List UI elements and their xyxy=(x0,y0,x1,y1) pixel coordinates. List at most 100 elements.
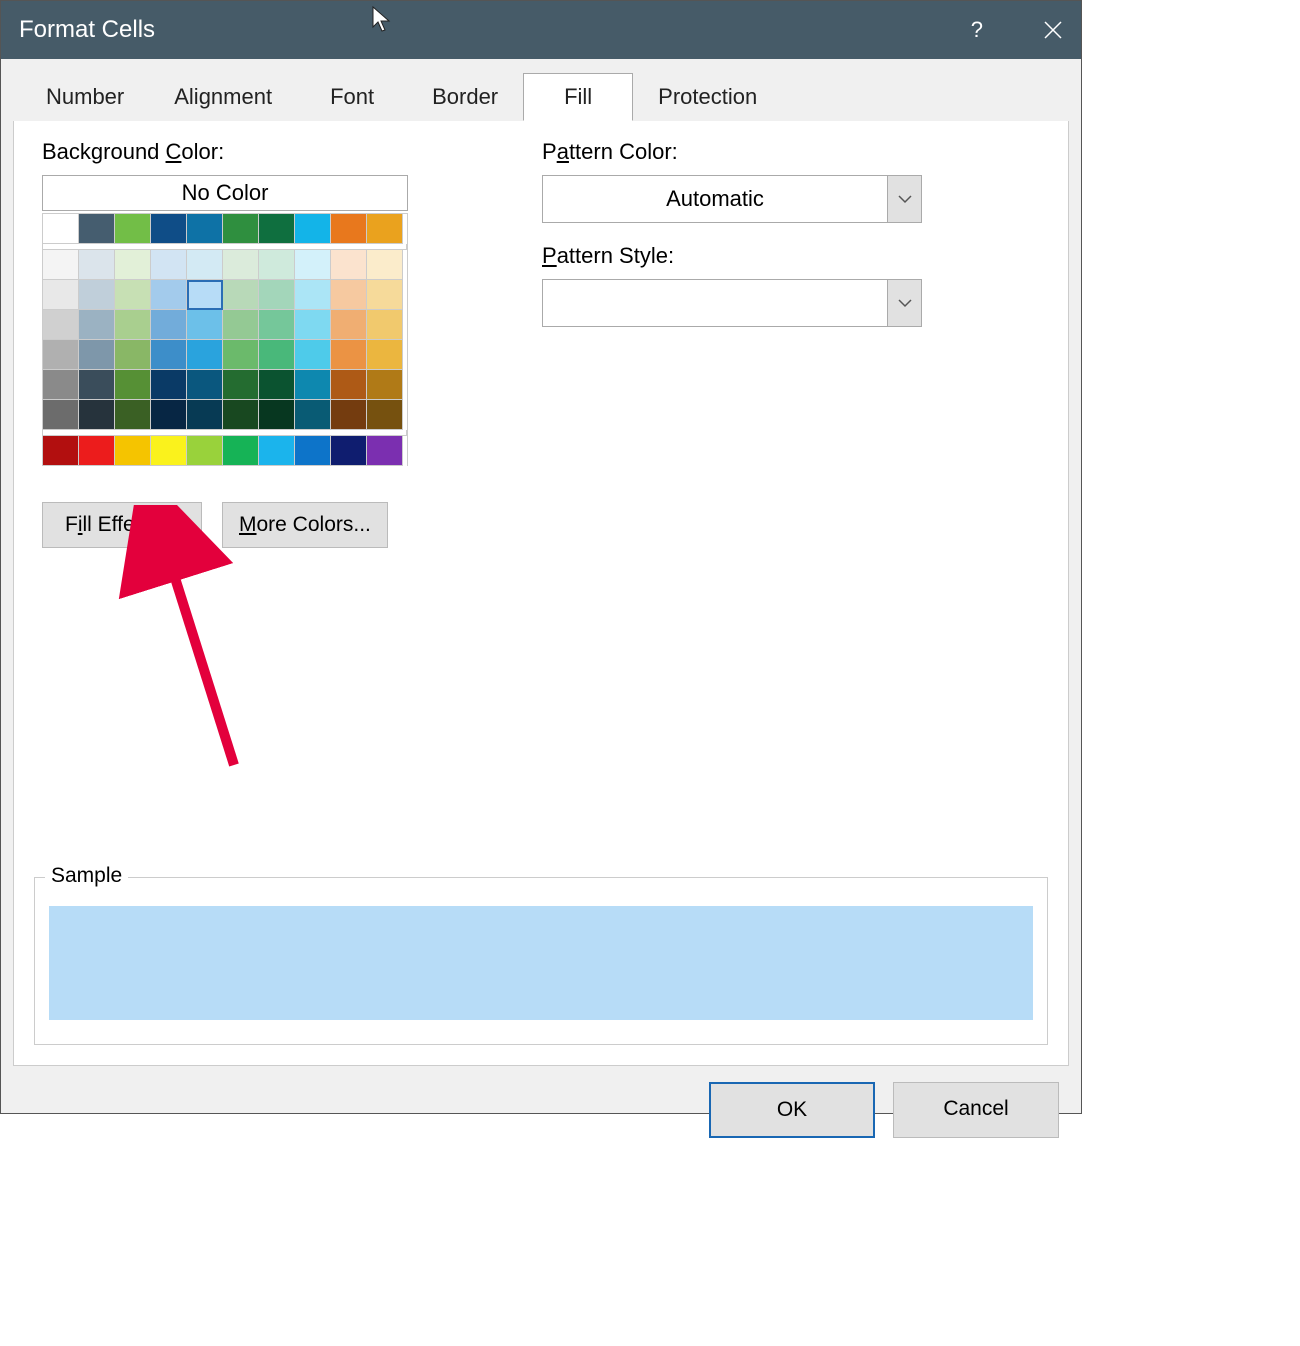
color-swatch[interactable] xyxy=(79,214,115,244)
color-swatch[interactable] xyxy=(259,340,295,370)
color-swatch[interactable] xyxy=(43,280,79,310)
color-swatch[interactable] xyxy=(79,280,115,310)
color-swatch[interactable] xyxy=(295,400,331,430)
color-swatch[interactable] xyxy=(115,370,151,400)
color-swatch[interactable] xyxy=(223,400,259,430)
color-swatch[interactable] xyxy=(367,436,403,466)
color-swatch[interactable] xyxy=(331,370,367,400)
tab-number[interactable]: Number xyxy=(21,73,149,121)
color-swatch[interactable] xyxy=(223,214,259,244)
chevron-down-icon[interactable] xyxy=(887,280,921,326)
more-colors-button[interactable]: More Colors... xyxy=(222,502,388,548)
color-swatch[interactable] xyxy=(331,280,367,310)
color-swatch[interactable] xyxy=(43,250,79,280)
color-swatch[interactable] xyxy=(259,400,295,430)
ok-button[interactable]: OK xyxy=(709,1082,875,1138)
color-swatch[interactable] xyxy=(187,436,223,466)
cancel-button[interactable]: Cancel xyxy=(893,1082,1059,1138)
color-swatch[interactable] xyxy=(331,340,367,370)
color-swatch[interactable] xyxy=(115,214,151,244)
color-swatch[interactable] xyxy=(331,310,367,340)
color-swatch[interactable] xyxy=(115,436,151,466)
color-swatch[interactable] xyxy=(151,436,187,466)
color-swatch[interactable] xyxy=(187,370,223,400)
tab-fill[interactable]: Fill xyxy=(523,73,633,121)
color-swatch[interactable] xyxy=(151,214,187,244)
color-swatch[interactable] xyxy=(43,400,79,430)
color-swatch[interactable] xyxy=(259,280,295,310)
color-swatch[interactable] xyxy=(187,340,223,370)
color-swatch[interactable] xyxy=(295,436,331,466)
color-swatch[interactable] xyxy=(223,370,259,400)
color-swatch[interactable] xyxy=(151,400,187,430)
color-swatch[interactable] xyxy=(151,340,187,370)
color-swatch[interactable] xyxy=(259,214,295,244)
color-swatch[interactable] xyxy=(367,370,403,400)
tab-alignment[interactable]: Alignment xyxy=(149,73,297,121)
color-swatch[interactable] xyxy=(223,436,259,466)
color-swatch[interactable] xyxy=(295,214,331,244)
color-swatch[interactable] xyxy=(79,436,115,466)
color-swatch[interactable] xyxy=(367,310,403,340)
color-swatch[interactable] xyxy=(295,310,331,340)
color-swatch[interactable] xyxy=(295,340,331,370)
color-swatch[interactable] xyxy=(367,400,403,430)
color-swatch[interactable] xyxy=(79,370,115,400)
color-swatch[interactable] xyxy=(115,310,151,340)
color-swatch[interactable] xyxy=(295,250,331,280)
color-swatch[interactable] xyxy=(367,214,403,244)
color-swatch[interactable] xyxy=(367,340,403,370)
color-swatch[interactable] xyxy=(223,310,259,340)
color-swatch[interactable] xyxy=(187,250,223,280)
color-swatch[interactable] xyxy=(331,400,367,430)
pattern-color-dropdown[interactable]: Automatic xyxy=(542,175,922,223)
color-swatch[interactable] xyxy=(115,340,151,370)
background-color-label: Background Color: xyxy=(42,139,522,165)
color-swatch[interactable] xyxy=(259,310,295,340)
color-swatch[interactable] xyxy=(187,310,223,340)
color-swatch[interactable] xyxy=(79,340,115,370)
color-swatch[interactable] xyxy=(79,310,115,340)
color-swatch[interactable] xyxy=(43,214,79,244)
color-swatch[interactable] xyxy=(151,280,187,310)
color-swatch[interactable] xyxy=(295,280,331,310)
color-swatch[interactable] xyxy=(43,340,79,370)
pattern-color-value: Automatic xyxy=(543,176,887,222)
color-swatch[interactable] xyxy=(223,250,259,280)
tab-protection[interactable]: Protection xyxy=(633,73,782,121)
color-swatch[interactable] xyxy=(367,280,403,310)
color-swatch[interactable] xyxy=(43,370,79,400)
color-swatch[interactable] xyxy=(223,340,259,370)
color-swatch[interactable] xyxy=(79,400,115,430)
color-swatch[interactable] xyxy=(151,250,187,280)
help-button[interactable]: ? xyxy=(971,17,983,43)
color-swatch[interactable] xyxy=(115,250,151,280)
color-swatch[interactable] xyxy=(295,370,331,400)
color-swatch[interactable] xyxy=(115,400,151,430)
color-swatch[interactable] xyxy=(259,436,295,466)
color-swatch[interactable] xyxy=(331,214,367,244)
color-swatch[interactable] xyxy=(331,250,367,280)
tab-border[interactable]: Border xyxy=(407,73,523,121)
color-swatch[interactable] xyxy=(187,280,223,310)
color-swatch[interactable] xyxy=(43,436,79,466)
color-swatch[interactable] xyxy=(187,214,223,244)
color-swatch[interactable] xyxy=(259,370,295,400)
chevron-down-icon[interactable] xyxy=(887,176,921,222)
color-swatch[interactable] xyxy=(151,310,187,340)
color-swatch[interactable] xyxy=(151,370,187,400)
color-swatch[interactable] xyxy=(331,436,367,466)
color-swatch[interactable] xyxy=(115,280,151,310)
color-swatch[interactable] xyxy=(223,280,259,310)
pattern-style-dropdown[interactable] xyxy=(542,279,922,327)
no-color-button[interactable]: No Color xyxy=(42,175,408,211)
sample-label: Sample xyxy=(45,864,128,888)
tab-font[interactable]: Font xyxy=(297,73,407,121)
color-swatch[interactable] xyxy=(43,310,79,340)
fill-effects-button[interactable]: Fill Effects... xyxy=(42,502,202,548)
color-swatch[interactable] xyxy=(259,250,295,280)
close-button[interactable] xyxy=(1043,20,1063,40)
color-swatch[interactable] xyxy=(79,250,115,280)
color-swatch[interactable] xyxy=(187,400,223,430)
color-swatch[interactable] xyxy=(367,250,403,280)
